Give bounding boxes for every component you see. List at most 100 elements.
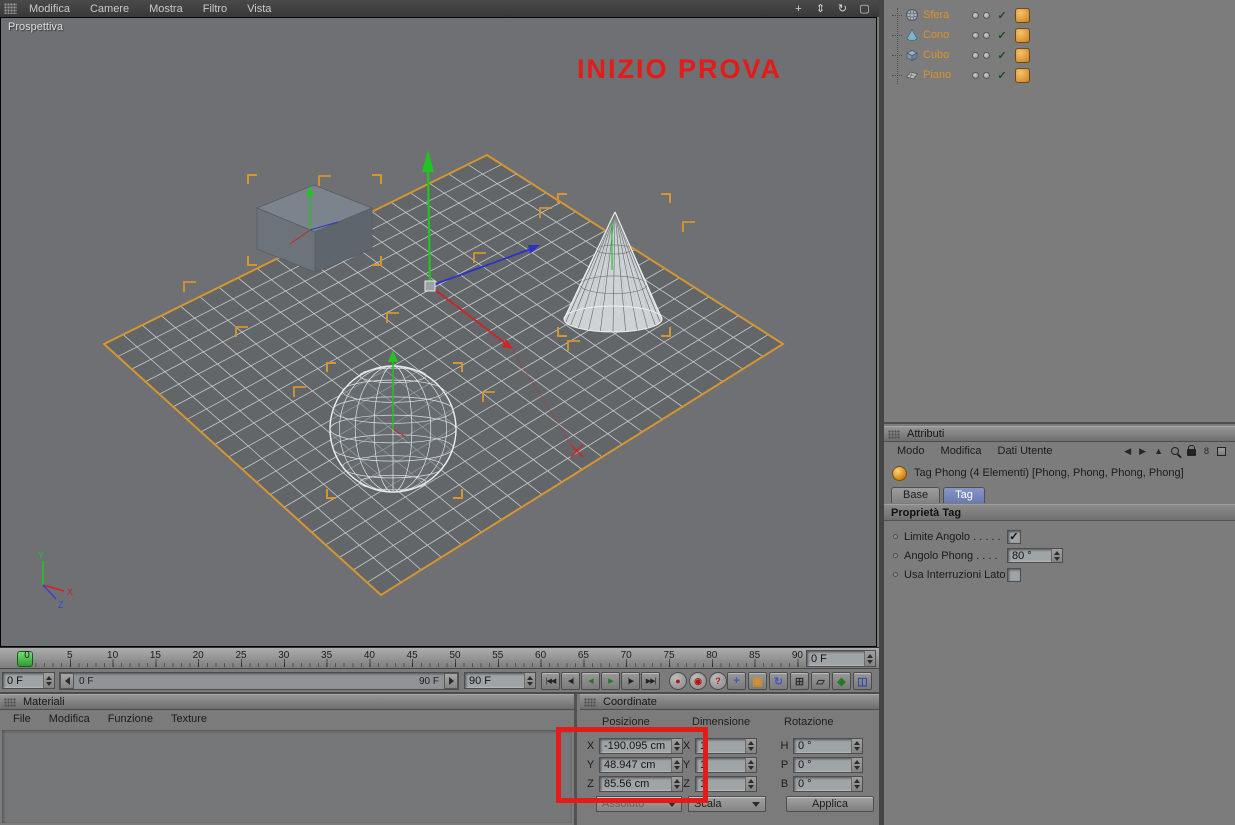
object-row-sfera[interactable]: Sfera <box>884 5 1235 25</box>
editor-visibility-dot[interactable] <box>972 71 979 79</box>
editor-visibility-dot[interactable] <box>972 51 979 59</box>
play-reverse-button[interactable]: ◀ <box>581 672 600 690</box>
play-button[interactable]: ▶ <box>601 672 620 690</box>
materials-list-area[interactable] <box>2 730 572 823</box>
object-row-cono[interactable]: Cono <box>884 25 1235 45</box>
parameter-key-toggle[interactable]: ⊞ <box>790 672 809 690</box>
lock-icon[interactable] <box>1186 445 1196 456</box>
position-key-toggle[interactable]: + <box>727 672 746 690</box>
pan-view-icon[interactable]: + <box>791 2 806 16</box>
rotation-key-toggle[interactable]: ↻ <box>769 672 788 690</box>
filter-8-icon[interactable]: 8 <box>1204 446 1209 456</box>
search-icon[interactable] <box>1170 447 1179 455</box>
record-help-button[interactable]: ? <box>709 672 727 690</box>
panel-grip-icon[interactable] <box>4 697 16 707</box>
render-visibility-dot[interactable] <box>983 11 990 19</box>
enabled-check-icon[interactable] <box>995 29 1009 42</box>
perspective-viewport[interactable]: Y XZ Prospettiva INIZIO PROVA <box>0 17 877 647</box>
section-proprieta-tag[interactable]: Proprietà Tag <box>884 504 1235 521</box>
spinner-control[interactable] <box>524 673 535 688</box>
spinner-control[interactable] <box>745 758 756 772</box>
panel-grip-icon[interactable] <box>584 697 596 707</box>
menu-vista[interactable]: Vista <box>237 3 281 15</box>
rotation-b-field[interactable]: 0 ° <box>793 776 863 792</box>
enabled-check-icon[interactable] <box>995 49 1009 62</box>
rotation-h-field[interactable]: 0 ° <box>793 738 863 754</box>
object-row-piano[interactable]: Piano <box>884 65 1235 85</box>
apply-button[interactable]: Applica <box>786 796 874 812</box>
object-label[interactable]: Cono <box>923 29 968 41</box>
origin-handle[interactable] <box>424 280 436 292</box>
menu-funzione[interactable]: Funzione <box>99 713 162 725</box>
menu-dati-utente[interactable]: Dati Utente <box>990 445 1061 457</box>
editor-visibility-dot[interactable] <box>972 31 979 39</box>
ik-key-toggle[interactable]: ◈ <box>832 672 851 690</box>
end-frame-field[interactable]: 90 F <box>464 672 536 689</box>
menu-file[interactable]: File <box>4 713 40 725</box>
angolo-phong-field[interactable]: 80 ° <box>1007 548 1063 563</box>
editor-visibility-dot[interactable] <box>972 11 979 19</box>
spinner-control[interactable] <box>745 777 756 791</box>
forward-icon[interactable]: ▶ <box>1139 446 1146 457</box>
tab-base[interactable]: Base <box>891 487 941 503</box>
rotate-view-icon[interactable]: ↻ <box>835 2 850 16</box>
spinner-control[interactable] <box>851 758 862 772</box>
next-frame-button[interactable]: |▶ <box>621 672 640 690</box>
menu-modifica[interactable]: Modifica <box>40 713 99 725</box>
menu-mostra[interactable]: Mostra <box>139 3 193 15</box>
range-start-grip[interactable] <box>60 673 74 689</box>
render-visibility-dot[interactable] <box>983 51 990 59</box>
render-visibility-dot[interactable] <box>983 71 990 79</box>
panel-grip-icon[interactable] <box>888 429 900 439</box>
spinner-control[interactable] <box>851 739 862 753</box>
enabled-check-icon[interactable] <box>995 69 1009 82</box>
maximize-view-icon[interactable]: ▢ <box>857 2 872 16</box>
start-frame-field[interactable]: 0 F <box>2 672 55 689</box>
object-label[interactable]: Sfera <box>923 9 968 21</box>
menu-texture[interactable]: Texture <box>162 713 216 725</box>
spinner-control[interactable] <box>864 651 875 666</box>
tab-tag[interactable]: Tag <box>943 487 985 503</box>
phong-tag-icon[interactable] <box>1015 67 1030 83</box>
spinner-control[interactable] <box>745 739 756 753</box>
phong-tag-icon[interactable] <box>1015 47 1030 63</box>
phong-tag-icon[interactable] <box>1015 27 1030 43</box>
object-manager[interactable]: Sfera Cono <box>884 0 1235 424</box>
menu-camere[interactable]: Camere <box>80 3 139 15</box>
materials-header[interactable]: Materiali <box>0 694 574 710</box>
timeline-range-slider[interactable]: 0 F 90 F <box>59 672 459 690</box>
enabled-check-icon[interactable] <box>995 9 1009 22</box>
up-icon[interactable]: ▲ <box>1154 446 1163 456</box>
usa-interruzioni-checkbox[interactable] <box>1007 567 1021 582</box>
spinner-control[interactable] <box>1051 549 1062 562</box>
scale-key-toggle[interactable]: ▣ <box>748 672 767 690</box>
menu-modo[interactable]: Modo <box>889 445 933 457</box>
spinner-control[interactable] <box>851 777 862 791</box>
menu-filtro[interactable]: Filtro <box>193 3 237 15</box>
range-end-grip[interactable] <box>444 673 458 689</box>
record-keyframe-button[interactable]: ● <box>669 672 687 690</box>
object-row-cubo[interactable]: Cubo <box>884 45 1235 65</box>
menu-modifica[interactable]: Modifica <box>19 3 80 15</box>
back-icon[interactable]: ◀ <box>1124 446 1131 457</box>
object-label[interactable]: Cubo <box>923 49 968 61</box>
layout-toggle[interactable]: ◫ <box>853 672 872 690</box>
menu-modifica[interactable]: Modifica <box>933 445 990 457</box>
goto-end-button[interactable]: ▶▶| <box>641 672 660 690</box>
pla-key-toggle[interactable]: ▱ <box>811 672 830 690</box>
limite-angolo-checkbox[interactable] <box>1007 529 1021 544</box>
coordinates-header[interactable]: Coordinate <box>580 694 879 710</box>
autokey-button[interactable]: ◉ <box>689 672 707 690</box>
floor-plane-object[interactable] <box>102 153 785 597</box>
selected-tag-row[interactable]: Tag Phong (4 Elementi) [Phong, Phong, Ph… <box>884 460 1235 486</box>
goto-start-button[interactable]: |◀◀ <box>541 672 560 690</box>
phong-tag-icon[interactable] <box>1015 7 1030 23</box>
current-frame-field[interactable]: 0 F <box>806 650 876 667</box>
attributes-header[interactable]: Attributi <box>884 426 1235 442</box>
panel-grip-icon[interactable] <box>4 3 17 14</box>
render-visibility-dot[interactable] <box>983 31 990 39</box>
viewport-label[interactable]: Prospettiva <box>8 21 63 33</box>
prev-frame-button[interactable]: ◀| <box>561 672 580 690</box>
zoom-view-icon[interactable]: ⇕ <box>813 2 828 16</box>
object-label[interactable]: Piano <box>923 69 968 81</box>
